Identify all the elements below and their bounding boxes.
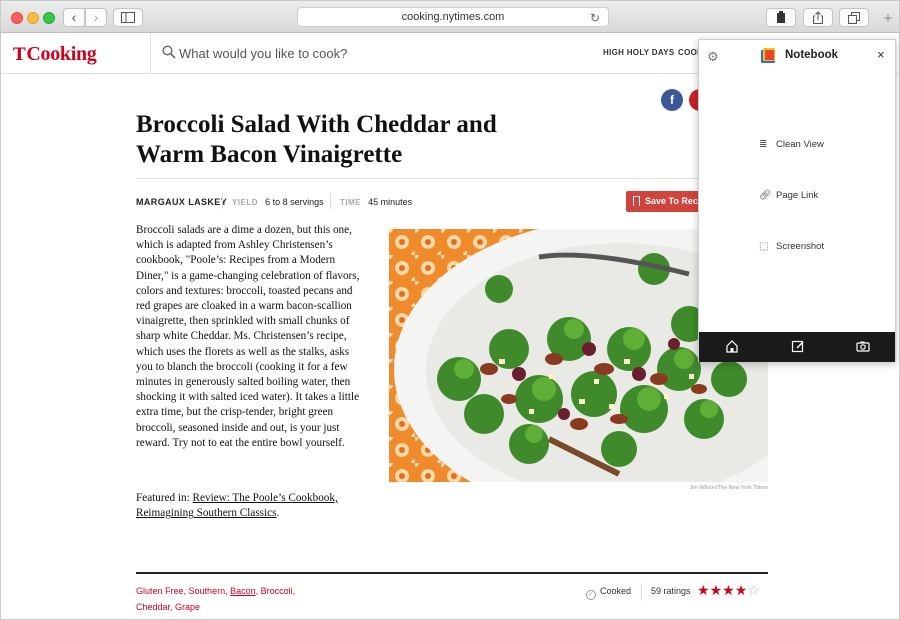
tag-link[interactable]: Broccoli bbox=[261, 586, 293, 596]
show-tabs-button[interactable] bbox=[839, 8, 869, 27]
yield-label: YIELD bbox=[232, 198, 259, 207]
browser-window: ‹ › cooking.nytimes.com ↻ + TCooking HIG… bbox=[0, 0, 900, 620]
lines-icon: ≣ bbox=[759, 139, 768, 150]
meta-separator bbox=[330, 193, 331, 209]
search-icon bbox=[162, 45, 176, 59]
close-window-button[interactable] bbox=[11, 12, 23, 24]
camera-icon[interactable] bbox=[856, 339, 870, 353]
address-bar[interactable]: cooking.nytimes.com ↻ bbox=[297, 7, 609, 27]
bottom-divider bbox=[136, 572, 768, 574]
recipe-title: Broccoli Salad With Cheddar and Warm Bac… bbox=[136, 111, 497, 168]
star-icon[interactable]: ★ bbox=[735, 582, 748, 598]
chevron-right-icon: › bbox=[93, 9, 99, 25]
star-icon[interactable]: ★ bbox=[710, 582, 723, 598]
time-value: 45 minutes bbox=[368, 197, 413, 207]
home-icon[interactable] bbox=[725, 339, 739, 353]
save-to-recipe-box-button[interactable]: Save To Recipe Box bbox=[626, 191, 706, 212]
ratings-separator bbox=[641, 583, 642, 601]
search-input[interactable] bbox=[179, 43, 559, 63]
meta-divider bbox=[136, 178, 768, 179]
recipe-yield: YIELD 6 to 8 servings bbox=[232, 197, 324, 207]
star-outline-icon[interactable]: ☆ bbox=[747, 582, 760, 598]
meta-separator bbox=[222, 193, 223, 209]
notebook-logo-icon bbox=[761, 48, 775, 63]
notebook-bottom-bar bbox=[699, 332, 895, 362]
minimize-window-button[interactable] bbox=[27, 12, 39, 24]
url-text: cooking.nytimes.com bbox=[401, 11, 505, 23]
nyt-t-icon: T bbox=[13, 45, 26, 65]
cooking-logo[interactable]: TCooking bbox=[13, 43, 97, 66]
zoom-window-button[interactable] bbox=[43, 12, 55, 24]
header-divider bbox=[150, 33, 151, 73]
screenshot-label: Screenshot bbox=[776, 241, 825, 252]
featured-suffix: . bbox=[276, 507, 280, 520]
page-link-label: Page Link bbox=[776, 190, 819, 201]
tabs-icon bbox=[848, 11, 860, 24]
reload-icon[interactable]: ↻ bbox=[590, 9, 600, 27]
star-icon[interactable]: ★ bbox=[722, 582, 735, 598]
logo-text: Cooking bbox=[26, 43, 97, 65]
close-icon[interactable]: × bbox=[877, 47, 885, 62]
facebook-share-button[interactable]: f bbox=[661, 89, 683, 111]
recipe-author[interactable]: MARGAUX LASKEY bbox=[136, 197, 227, 207]
photo-credit: Jim Wilson/The New York Times bbox=[689, 485, 768, 491]
facebook-icon: f bbox=[670, 93, 674, 107]
notebook-popover: ⚙ Notebook × ≣ Clean View 🔗︎ Page Link ⬚ Sc… bbox=[698, 39, 896, 362]
featured-in: Featured in: Review: The Poole’s Cookboo… bbox=[136, 491, 366, 521]
checkmark-icon: ✓ bbox=[586, 590, 596, 600]
save-button-label: Save To Recipe Box bbox=[645, 196, 706, 206]
star-icon[interactable]: ★ bbox=[697, 582, 710, 598]
screenshot-option[interactable]: ⬚ Screenshot bbox=[759, 241, 824, 252]
cooked-label: Cooked bbox=[600, 586, 632, 596]
clean-view-option[interactable]: ≣ Clean View bbox=[759, 139, 824, 150]
link-icon: 🔗︎ bbox=[759, 190, 772, 201]
screenshot-icon: ⬚ bbox=[759, 241, 769, 252]
ratings-count: 59 ratings bbox=[651, 586, 691, 596]
new-tab-icon[interactable]: + bbox=[880, 11, 896, 28]
nav-high-holy-days[interactable]: HIGH HOLY DAYS bbox=[603, 48, 674, 57]
back-button[interactable]: ‹ bbox=[63, 8, 85, 27]
page-link-option[interactable]: 🔗︎ Page Link bbox=[759, 190, 818, 201]
sidebar-icon bbox=[121, 12, 135, 23]
tag-link[interactable]: Bacon bbox=[230, 586, 256, 596]
browser-toolbar: ‹ › cooking.nytimes.com ↻ + bbox=[1, 1, 899, 33]
edit-icon[interactable] bbox=[791, 339, 805, 353]
recipe-tags: Gluten Free, Southern, Bacon, Broccoli, … bbox=[136, 586, 296, 612]
tag-link[interactable]: Southern bbox=[189, 586, 226, 596]
cooked-toggle[interactable]: ✓ Cooked bbox=[586, 586, 631, 600]
share-button[interactable] bbox=[803, 8, 833, 27]
share-icon bbox=[813, 11, 823, 24]
evernote-icon bbox=[777, 11, 785, 23]
evernote-extension-button[interactable] bbox=[766, 8, 796, 27]
time-label: TIME bbox=[340, 198, 362, 207]
notebook-title: Notebook bbox=[785, 49, 839, 61]
forward-button[interactable]: › bbox=[85, 8, 107, 27]
featured-prefix: Featured in: bbox=[136, 492, 193, 504]
star-rating[interactable]: ★★★★☆ bbox=[697, 582, 760, 599]
sidebar-button[interactable] bbox=[113, 8, 143, 27]
clean-view-label: Clean View bbox=[776, 139, 824, 150]
gear-icon[interactable]: ⚙ bbox=[707, 49, 719, 65]
chevron-left-icon: ‹ bbox=[71, 9, 77, 25]
tag-link[interactable]: Grape bbox=[175, 602, 200, 612]
tag-link[interactable]: Gluten Free bbox=[136, 586, 184, 596]
yield-value: 6 to 8 servings bbox=[265, 197, 324, 207]
recipe-time: TIME 45 minutes bbox=[340, 197, 412, 207]
recipe-intro: Broccoli salads are a dime a dozen, but … bbox=[136, 224, 360, 449]
tag-link[interactable]: Cheddar bbox=[136, 602, 170, 612]
bookmark-icon bbox=[633, 196, 640, 206]
